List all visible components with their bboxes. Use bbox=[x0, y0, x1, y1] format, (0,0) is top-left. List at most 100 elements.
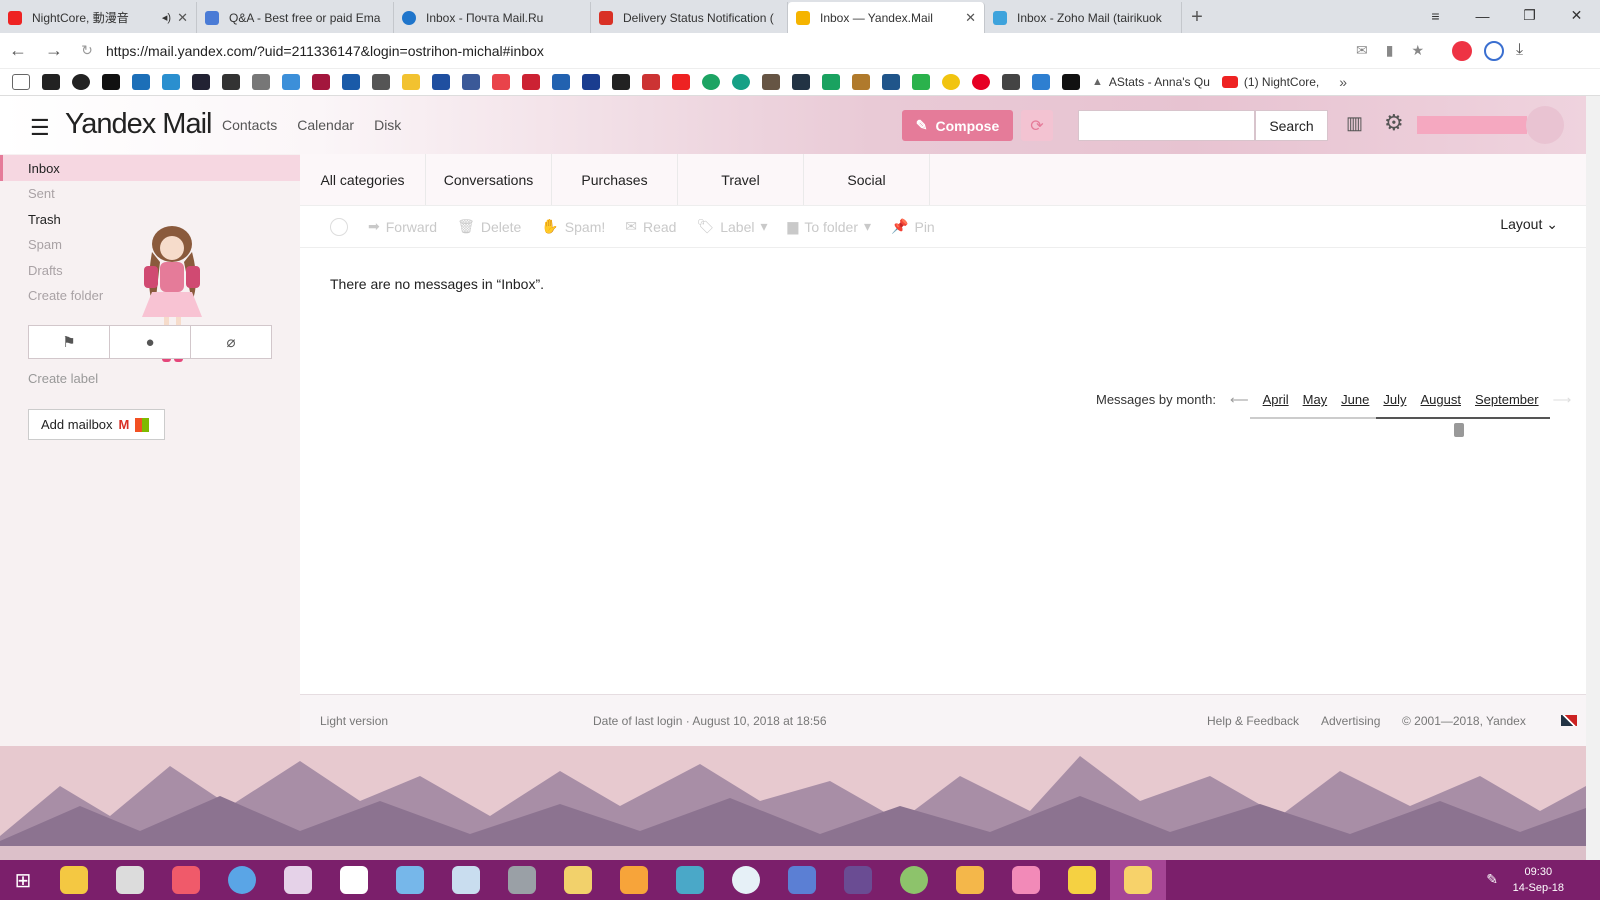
bookmark-icon[interactable] bbox=[282, 74, 300, 90]
taskbar-app[interactable] bbox=[550, 860, 606, 900]
browser-tab[interactable]: NightCore, 動漫音 ◂) ✕ bbox=[0, 2, 197, 33]
month-link[interactable]: April bbox=[1263, 392, 1289, 407]
bookmark-icon[interactable] bbox=[132, 74, 150, 90]
taskbar-app[interactable] bbox=[662, 860, 718, 900]
compose-button[interactable]: ✎ Compose bbox=[902, 110, 1013, 141]
bookmark-icon[interactable] bbox=[642, 74, 660, 90]
month-slider-handle[interactable] bbox=[1454, 423, 1464, 437]
youtube-icon[interactable] bbox=[672, 74, 690, 90]
bookmark-icon[interactable] bbox=[102, 74, 120, 90]
bookmark-icon[interactable] bbox=[582, 74, 600, 90]
bookmark-icon[interactable] bbox=[1062, 74, 1080, 90]
restore-icon[interactable]: ❐ bbox=[1506, 0, 1553, 31]
bookmark-icon[interactable] bbox=[372, 74, 390, 90]
extension-icon[interactable] bbox=[1452, 40, 1473, 61]
flag-filter-icon[interactable]: ⚑ bbox=[29, 326, 110, 358]
close-tab-icon[interactable]: ✕ bbox=[177, 10, 188, 26]
taskbar-app[interactable] bbox=[214, 860, 270, 900]
minimize-icon[interactable]: — bbox=[1459, 0, 1506, 31]
forward-button[interactable]: ➡ Forward bbox=[368, 218, 437, 235]
bookmark-icon[interactable] bbox=[882, 74, 900, 90]
bookmark-icon[interactable] bbox=[162, 74, 180, 90]
bookmark-icon[interactable] bbox=[12, 74, 30, 90]
taskbar-app[interactable] bbox=[830, 860, 886, 900]
bookmark-icon[interactable] bbox=[732, 74, 750, 90]
bookmark-icon[interactable] bbox=[222, 74, 240, 90]
add-mailbox-button[interactable]: Add mailbox M bbox=[28, 409, 165, 440]
bookmark-icon[interactable] bbox=[942, 74, 960, 90]
browser-tab-active[interactable]: Inbox — Yandex.Mail ✕ bbox=[788, 2, 985, 33]
advertising-link[interactable]: Advertising bbox=[1321, 714, 1380, 728]
taskbar-app[interactable] bbox=[46, 860, 102, 900]
folder-inbox[interactable]: Inbox bbox=[0, 155, 300, 181]
bookmark-icon[interactable] bbox=[192, 74, 210, 90]
tab-all-categories[interactable]: All categories bbox=[300, 154, 426, 205]
adblock-icon[interactable] bbox=[1484, 40, 1505, 61]
attachment-filter-icon[interactable]: ⌀ bbox=[191, 326, 271, 358]
taskbar-app[interactable] bbox=[494, 860, 550, 900]
label-dropdown[interactable]: 🏷 Label ▾ bbox=[696, 218, 767, 235]
bookmark-astats[interactable]: ▲ AStats - Anna's Qu bbox=[1092, 75, 1210, 89]
unread-filter-icon[interactable]: ● bbox=[110, 326, 191, 358]
arrow-left-icon[interactable]: ⟵ bbox=[1230, 392, 1249, 408]
tab-social[interactable]: Social bbox=[804, 154, 930, 205]
facebook-icon[interactable] bbox=[462, 74, 480, 90]
bookmark-icon[interactable] bbox=[432, 74, 450, 90]
search-input[interactable] bbox=[1078, 110, 1255, 141]
taskbar-app[interactable] bbox=[998, 860, 1054, 900]
more-bookmarks-icon[interactable]: » bbox=[1339, 74, 1347, 90]
delete-button[interactable]: 🗑 Delete bbox=[457, 218, 521, 235]
bookmark-icon[interactable] bbox=[702, 74, 720, 90]
close-tab-icon[interactable]: ✕ bbox=[965, 10, 976, 26]
bookmark-icon[interactable] bbox=[342, 74, 360, 90]
folder-sent[interactable]: Sent bbox=[0, 180, 300, 206]
taskbar-app[interactable] bbox=[270, 860, 326, 900]
browser-tab[interactable]: Inbox - Zoho Mail (tairikuok bbox=[985, 2, 1182, 33]
bookmark-icon[interactable] bbox=[42, 74, 60, 90]
taskbar-app[interactable] bbox=[382, 860, 438, 900]
close-window-icon[interactable]: ✕ bbox=[1553, 0, 1600, 31]
to-folder-dropdown[interactable]: ▆ To folder ▾ bbox=[788, 218, 872, 235]
arrow-right-icon[interactable]: ⟶ bbox=[1553, 392, 1572, 408]
taskbar-app[interactable] bbox=[886, 860, 942, 900]
mail-icon[interactable]: ✉ bbox=[1356, 42, 1368, 59]
select-all-checkbox[interactable] bbox=[330, 217, 348, 236]
bookmark-icon[interactable] bbox=[822, 74, 840, 90]
taskbar-app[interactable] bbox=[1054, 860, 1110, 900]
tab-travel[interactable]: Travel bbox=[678, 154, 804, 205]
menu-icon[interactable]: ≡ bbox=[1412, 0, 1459, 31]
month-link[interactable]: September bbox=[1475, 392, 1539, 407]
avatar[interactable] bbox=[1526, 106, 1564, 144]
yandex-mail-logo[interactable]: Yandex Mail bbox=[65, 108, 212, 141]
windows-start-icon[interactable]: ⊞ bbox=[0, 860, 46, 900]
spam-button[interactable]: ✋ Spam! bbox=[541, 218, 605, 235]
tab-purchases[interactable]: Purchases bbox=[552, 154, 678, 205]
bookmark-icon[interactable] bbox=[492, 74, 510, 90]
browser-tab[interactable]: Inbox - Почта Mail.Ru bbox=[394, 2, 591, 33]
browser-tab[interactable]: Q&A - Best free or paid Ema bbox=[197, 2, 394, 33]
taskbar-app-active[interactable] bbox=[1110, 860, 1166, 900]
nav-calendar[interactable]: Calendar bbox=[297, 117, 354, 133]
page-scrollbar[interactable] bbox=[1586, 96, 1600, 860]
bookmark-icon[interactable] bbox=[402, 74, 420, 90]
language-flag-icon[interactable] bbox=[1561, 715, 1577, 726]
bookmark-icon[interactable] bbox=[252, 74, 270, 90]
bookmark-icon[interactable] bbox=[1002, 74, 1020, 90]
search-button[interactable]: Search bbox=[1255, 110, 1328, 141]
compact-view-icon[interactable]: ▥ bbox=[1346, 113, 1363, 134]
bookmark-icon[interactable] bbox=[1032, 74, 1050, 90]
bookmark-icon[interactable] bbox=[72, 74, 90, 90]
reload-icon[interactable]: ↻ bbox=[72, 42, 102, 59]
pinterest-icon[interactable] bbox=[972, 74, 990, 90]
nav-disk[interactable]: Disk bbox=[374, 117, 401, 133]
bookmark-icon[interactable] bbox=[522, 74, 540, 90]
bookmark-icon[interactable] bbox=[852, 74, 870, 90]
hamburger-menu-icon[interactable]: ☰ bbox=[30, 115, 50, 141]
read-button[interactable]: ✉ Read bbox=[625, 218, 676, 235]
forward-button[interactable]: → bbox=[36, 33, 72, 69]
help-feedback-link[interactable]: Help & Feedback bbox=[1207, 714, 1299, 728]
bookmark-icon[interactable] bbox=[762, 74, 780, 90]
month-link[interactable]: July bbox=[1383, 392, 1406, 407]
month-link[interactable]: June bbox=[1341, 392, 1369, 407]
back-button[interactable]: ← bbox=[0, 33, 36, 69]
